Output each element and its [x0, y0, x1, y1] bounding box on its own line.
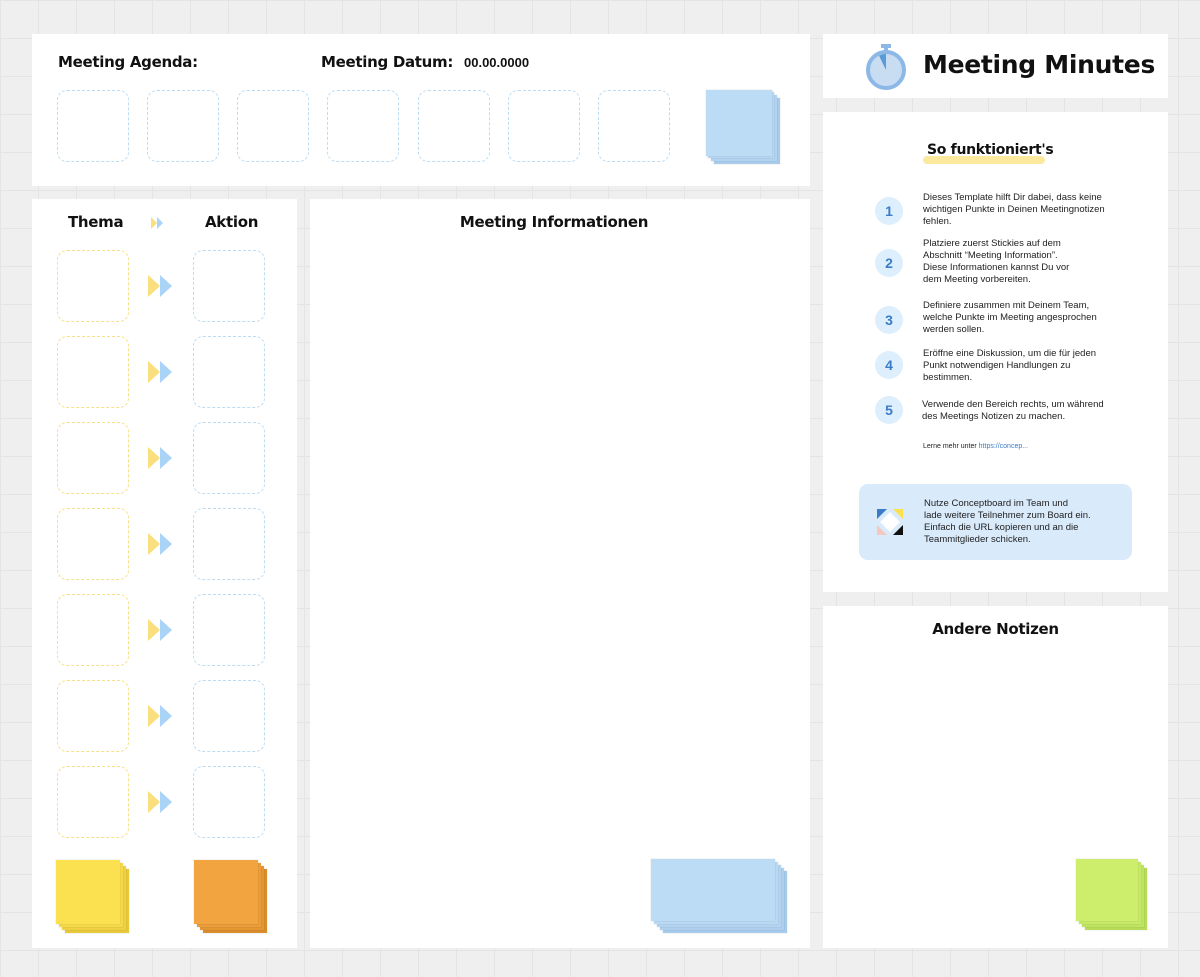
step-number: 5	[875, 396, 903, 424]
agenda-slot[interactable]	[57, 90, 129, 162]
date-value[interactable]: 00.00.0000	[464, 55, 529, 70]
aktion-slot[interactable]	[193, 250, 265, 322]
aktion-slot[interactable]	[193, 508, 265, 580]
thema-slot[interactable]	[57, 336, 129, 408]
agenda-slot[interactable]	[147, 90, 219, 162]
thema-slot[interactable]	[57, 766, 129, 838]
blue-wide-sticky-stack[interactable]	[651, 859, 791, 933]
howto-panel: So funktioniert's 1 Dieses Template hilf…	[823, 112, 1168, 592]
aktion-slot[interactable]	[193, 422, 265, 494]
step-text: Eröffne eine Diskussion, um die für jede…	[923, 348, 1097, 383]
step-number: 2	[875, 249, 903, 277]
thema-slot[interactable]	[57, 508, 129, 580]
info-callout: Nutze Conceptboard im Team und lade weit…	[859, 484, 1132, 560]
info-callout-text: Nutze Conceptboard im Team und lade weit…	[924, 498, 1091, 545]
agenda-slot[interactable]	[418, 90, 490, 162]
agenda-label: Meeting Agenda:	[58, 53, 198, 71]
thema-slot[interactable]	[57, 250, 129, 322]
page-title: Meeting Minutes	[923, 50, 1156, 79]
agenda-slot[interactable]	[237, 90, 309, 162]
date-label: Meeting Datum:	[321, 53, 454, 71]
double-arrow-icon	[148, 447, 172, 469]
aktion-header: Aktion	[205, 213, 259, 231]
step-text: Dieses Template hilft Dir dabei, dass ke…	[923, 192, 1105, 227]
orange-sticky-stack[interactable]	[194, 860, 270, 936]
aktion-slot[interactable]	[193, 766, 265, 838]
step-text: Platziere zuerst Stickies auf dem Abschn…	[923, 238, 1070, 285]
agenda-slot[interactable]	[508, 90, 580, 162]
title-panel: Meeting Minutes	[823, 34, 1168, 98]
topics-panel: Thema Aktion	[32, 199, 297, 948]
agenda-panel: Meeting Agenda: Meeting Datum: 00.00.000…	[32, 34, 810, 186]
conceptboard-logo-icon	[877, 509, 903, 535]
agenda-slot[interactable]	[598, 90, 670, 162]
green-sticky-stack[interactable]	[1076, 859, 1152, 935]
double-arrow-icon	[148, 705, 172, 727]
step-number: 1	[875, 197, 903, 225]
notes-panel[interactable]: Andere Notizen	[823, 606, 1168, 948]
thema-slot[interactable]	[57, 422, 129, 494]
aktion-slot[interactable]	[193, 680, 265, 752]
howto-title: So funktioniert's	[927, 142, 1054, 158]
aktion-slot[interactable]	[193, 336, 265, 408]
double-arrow-icon	[148, 791, 172, 813]
double-arrow-icon	[151, 217, 163, 229]
double-arrow-icon	[148, 361, 172, 383]
meeting-info-panel[interactable]: Meeting Informationen	[310, 199, 810, 948]
thema-slot[interactable]	[57, 594, 129, 666]
yellow-sticky-stack[interactable]	[56, 860, 132, 936]
learn-more: Lerne mehr unter https://concep...	[923, 443, 1028, 450]
meeting-info-title: Meeting Informationen	[459, 213, 649, 231]
agenda-slot[interactable]	[327, 90, 399, 162]
step-text: Verwende den Bereich rechts, um während …	[922, 399, 1104, 422]
stopwatch-icon	[866, 44, 906, 90]
step-text: Definiere zusammen mit Deinem Team, welc…	[923, 300, 1097, 335]
thema-slot[interactable]	[57, 680, 129, 752]
step-number: 4	[875, 351, 903, 379]
double-arrow-icon	[148, 619, 172, 641]
blue-sticky-stack[interactable]	[706, 90, 782, 166]
learn-more-link[interactable]: https://concep...	[979, 443, 1028, 450]
step-number: 3	[875, 306, 903, 334]
double-arrow-icon	[148, 533, 172, 555]
aktion-slot[interactable]	[193, 594, 265, 666]
notes-title: Andere Notizen	[932, 620, 1059, 638]
double-arrow-icon	[148, 275, 172, 297]
thema-header: Thema	[68, 213, 124, 231]
learn-more-text: Lerne mehr unter	[923, 443, 977, 450]
